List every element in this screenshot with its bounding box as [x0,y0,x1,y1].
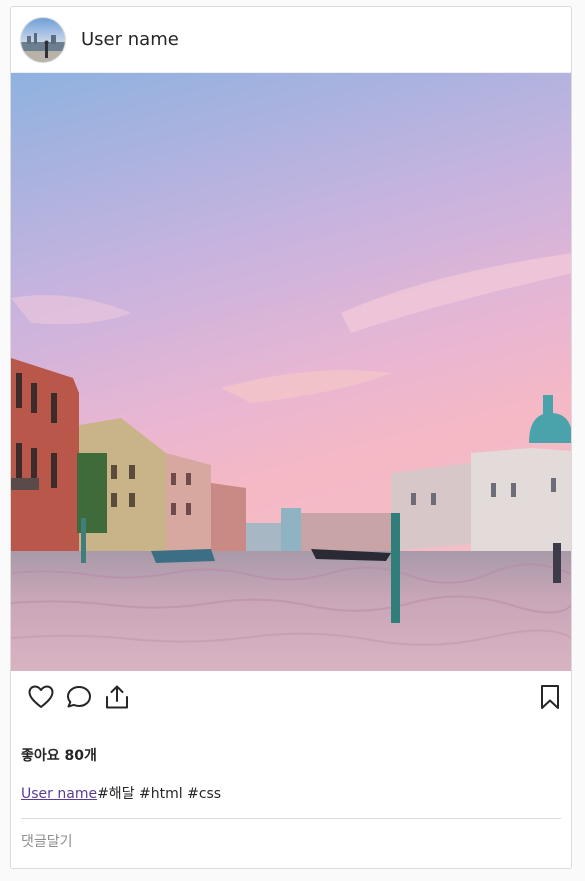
likes-count: 좋아요 80개 [21,748,97,764]
avatar[interactable] [20,16,66,63]
bookmark-icon [541,685,559,709]
caption-text: #해달 #html #css [97,786,222,802]
caption-author-link[interactable]: User name [21,786,97,802]
post-author-name[interactable]: User name [81,29,179,50]
post-caption: User name#해달 #html #css [21,783,571,803]
post-actions-bar [11,671,571,723]
comment-input[interactable] [21,834,561,850]
share-button[interactable] [104,684,130,710]
post-photo [11,73,571,671]
post-header: User name [11,7,571,73]
post-card: User name 좋아요 80개 User name#해달 #html #cs… [10,6,572,869]
heart-icon [28,685,54,708]
save-button[interactable] [537,684,563,710]
share-upload-icon [106,685,128,709]
comment-area [21,818,561,850]
speech-bubble-icon [67,686,91,708]
like-button[interactable] [28,684,54,710]
comment-button[interactable] [66,684,92,710]
